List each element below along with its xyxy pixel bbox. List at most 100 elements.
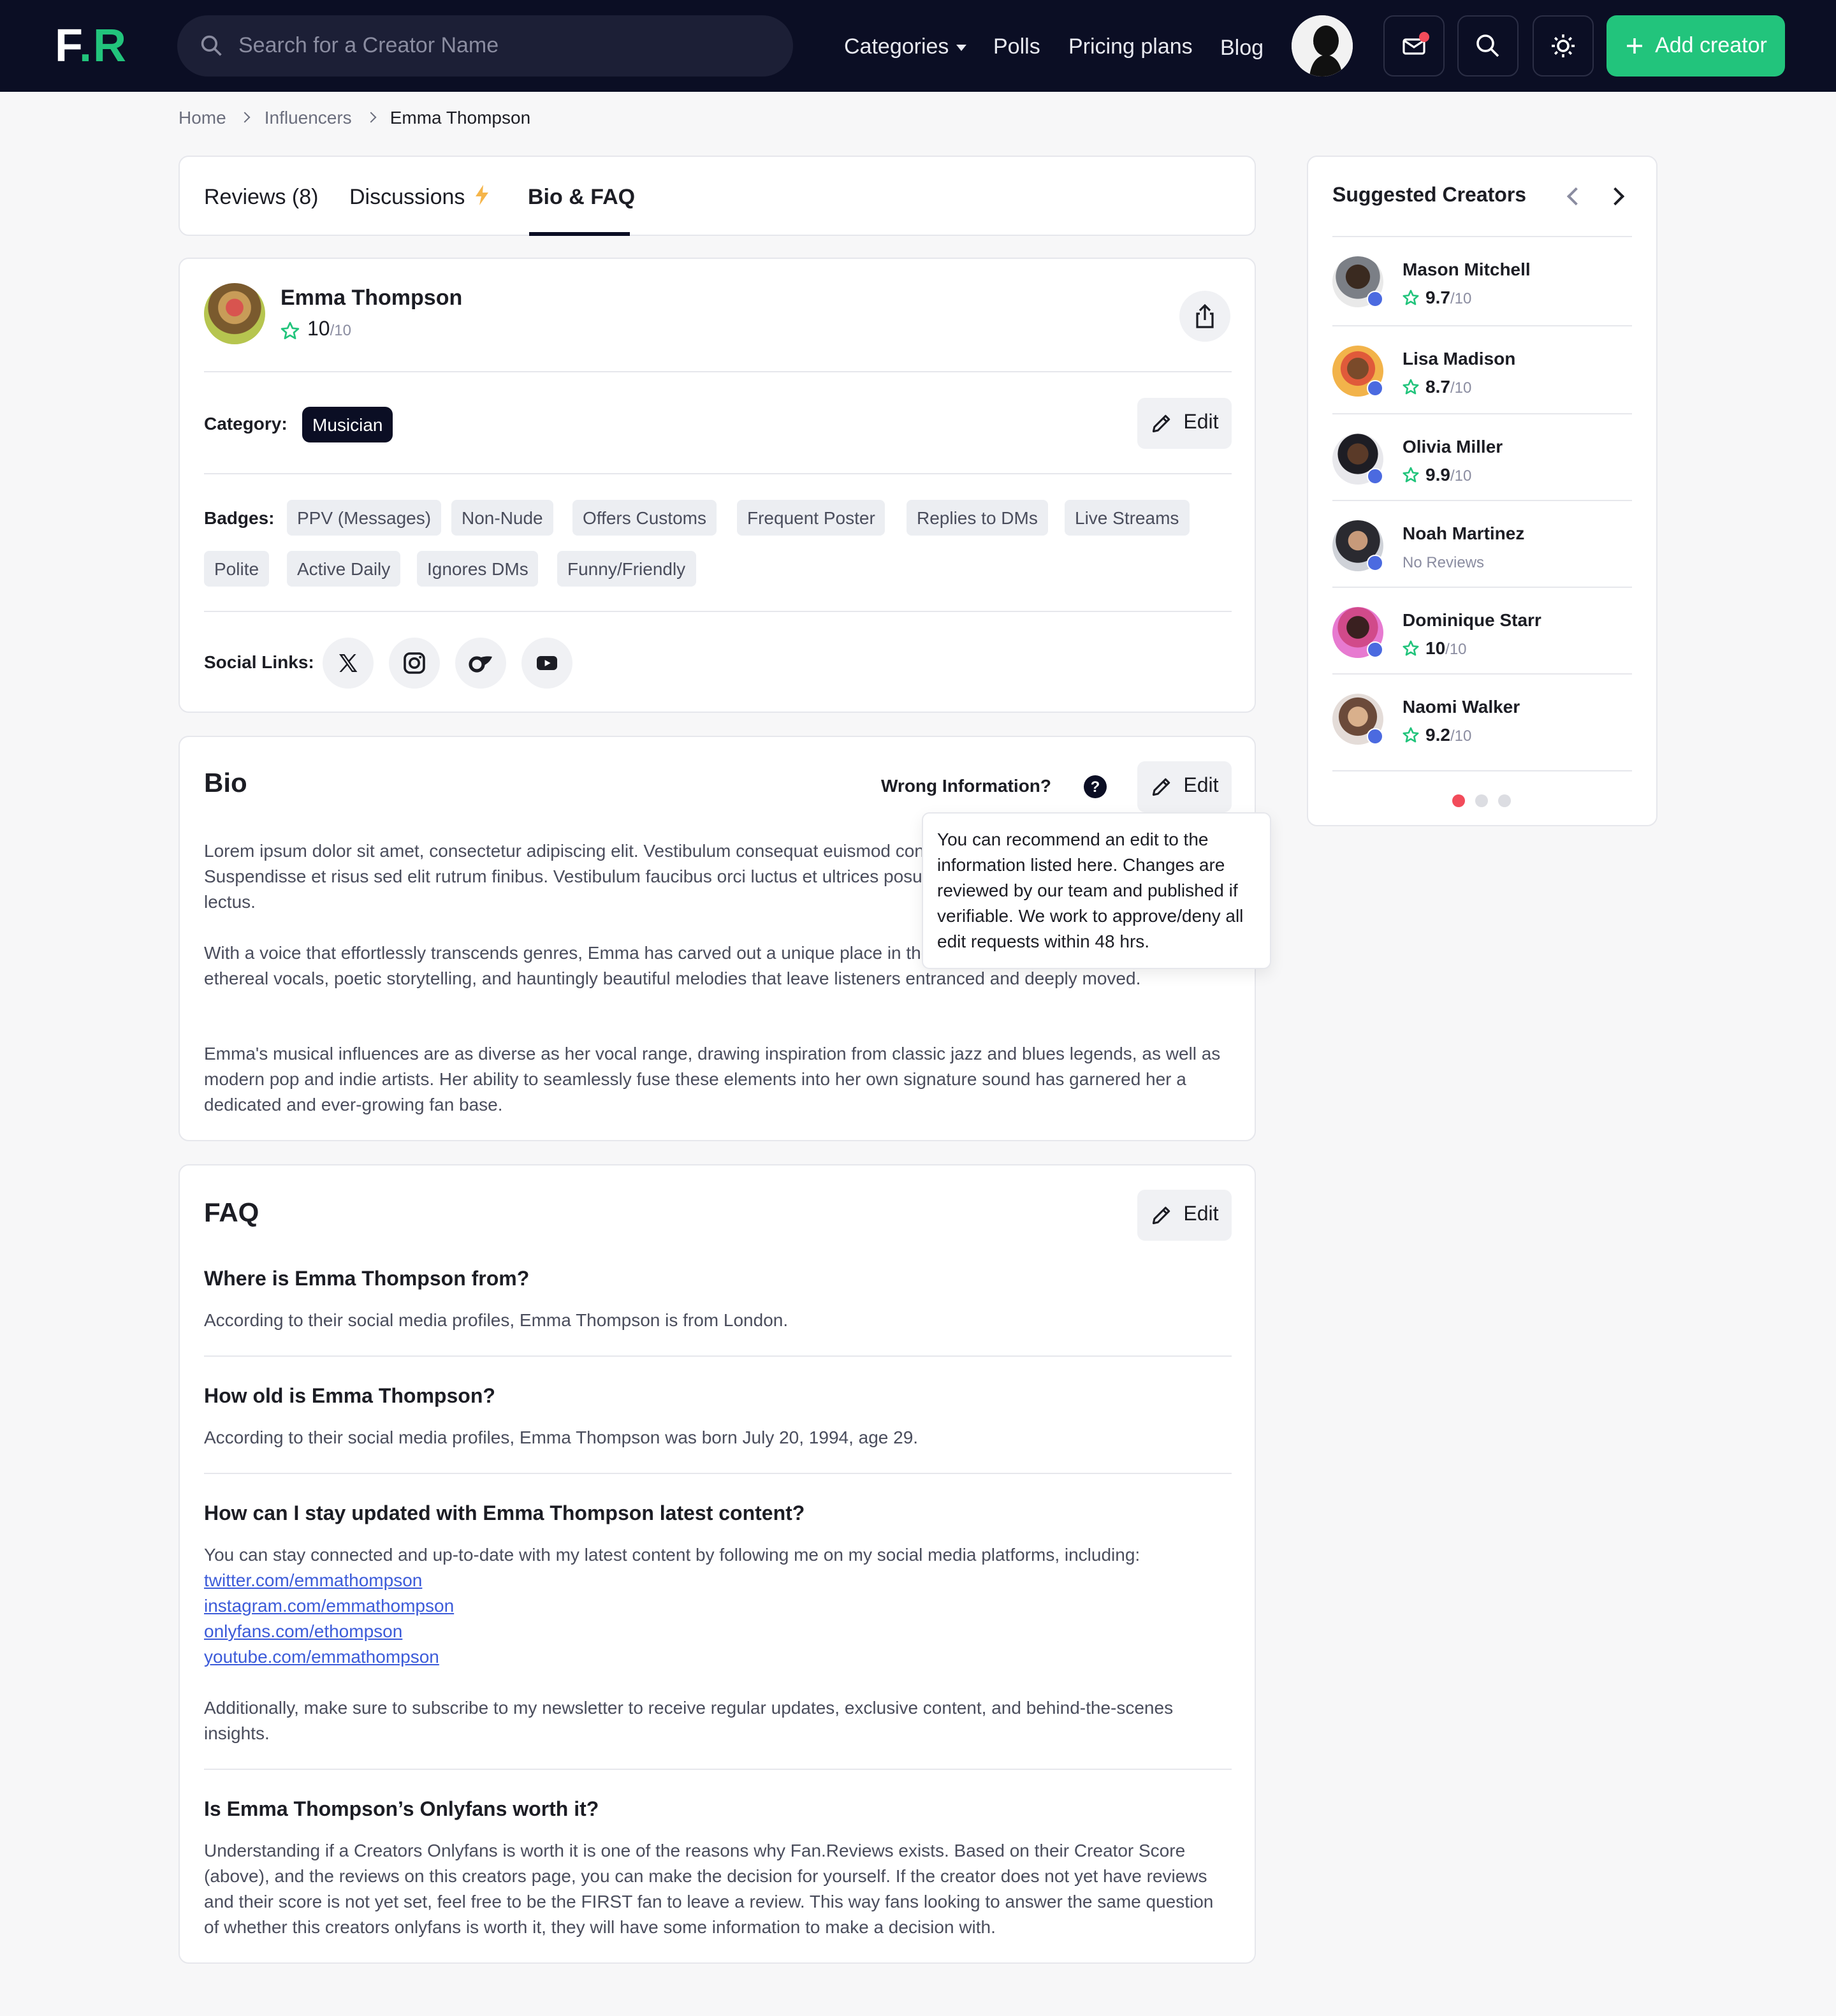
creator-rating: 9.2/10 bbox=[1402, 724, 1471, 745]
theme-toggle-button[interactable] bbox=[1533, 15, 1594, 77]
top-nav: F.R Categories Polls Pricing plans Blog … bbox=[0, 0, 1836, 92]
x-icon bbox=[339, 654, 358, 672]
social-link-onlyfans[interactable] bbox=[455, 638, 506, 689]
bio-title: Bio bbox=[204, 769, 247, 798]
tab-bar: Reviews (8) Discussions Bio & FAQ bbox=[178, 156, 1256, 236]
badge-chip: Active Daily bbox=[287, 551, 401, 587]
faq-links: twitter.com/emmathompson instagram.com/e… bbox=[204, 1567, 1230, 1669]
tab-discussions[interactable]: Discussions bbox=[349, 185, 490, 210]
faq-answer: According to their social media profiles… bbox=[204, 1427, 919, 1447]
social-link-instagram[interactable] bbox=[389, 638, 440, 689]
search-button[interactable] bbox=[1457, 15, 1519, 77]
star-icon bbox=[1402, 726, 1419, 742]
badge-chip: Frequent Poster bbox=[737, 500, 885, 536]
search-icon bbox=[201, 35, 222, 56]
tab-bio-faq[interactable]: Bio & FAQ bbox=[528, 185, 635, 210]
user-avatar[interactable] bbox=[1292, 15, 1353, 77]
twitter-link[interactable]: twitter.com/emmathompson bbox=[204, 1567, 1230, 1593]
caret-down-icon bbox=[956, 45, 967, 52]
add-creator-label: Add creator bbox=[1655, 33, 1767, 57]
social-link-x[interactable] bbox=[323, 638, 374, 689]
badge-chip: Polite bbox=[204, 551, 270, 587]
share-icon bbox=[1196, 303, 1214, 328]
star-icon bbox=[1402, 639, 1419, 655]
category-badge[interactable]: Musician bbox=[302, 407, 393, 442]
star-icon bbox=[280, 321, 300, 339]
faq-question: How old is Emma Thompson? bbox=[204, 1386, 495, 1408]
rating-denominator: /10 bbox=[1450, 379, 1472, 397]
breadcrumb-home[interactable]: Home bbox=[178, 107, 226, 128]
youtube-link[interactable]: youtube.com/emmathompson bbox=[204, 1644, 1230, 1669]
logo[interactable]: F.R bbox=[55, 20, 127, 71]
divider bbox=[204, 1473, 1232, 1474]
creator-name: Mason Mitchell bbox=[1402, 259, 1531, 279]
suggested-creator-row[interactable]: Olivia Miller 9.9/10 bbox=[1332, 414, 1632, 501]
pagination-dot[interactable] bbox=[1452, 794, 1465, 807]
edit-faq-button[interactable]: Edit bbox=[1137, 1190, 1232, 1241]
add-creator-button[interactable]: Add creator bbox=[1606, 15, 1785, 77]
verified-icon bbox=[1367, 468, 1383, 485]
nav-polls[interactable]: Polls bbox=[993, 33, 1040, 61]
search-input[interactable] bbox=[238, 33, 748, 59]
badge-chip: Non-Nude bbox=[451, 500, 553, 536]
chevron-left-icon[interactable] bbox=[1566, 187, 1585, 206]
nav-categories[interactable]: Categories bbox=[844, 33, 967, 61]
breadcrumb: Home Influencers Emma Thompson bbox=[178, 107, 530, 128]
badge-chip: Ignores DMs bbox=[417, 551, 539, 587]
suggested-creator-row[interactable]: Naomi Walker 9.2/10 bbox=[1332, 675, 1632, 761]
rating-value: 10 bbox=[307, 319, 330, 340]
star-icon bbox=[1402, 289, 1419, 305]
help-icon[interactable]: ? bbox=[1084, 775, 1107, 798]
creator-rating: 10/10 bbox=[1402, 638, 1467, 658]
edit-label: Edit bbox=[1183, 412, 1219, 434]
edit-info-tooltip: You can recommend an edit to the informa… bbox=[922, 812, 1271, 969]
pagination-dot[interactable] bbox=[1498, 794, 1511, 807]
breadcrumb-influencers[interactable]: Influencers bbox=[265, 107, 352, 128]
tab-reviews[interactable]: Reviews (8) bbox=[204, 185, 319, 210]
divider bbox=[204, 1355, 1232, 1357]
faq-title: FAQ bbox=[204, 1199, 259, 1228]
carousel-pagination bbox=[1452, 794, 1511, 807]
rating-denominator: /10 bbox=[330, 321, 351, 339]
active-tab-indicator bbox=[529, 232, 630, 236]
star-icon bbox=[1402, 378, 1419, 394]
badge-chip: Offers Customs bbox=[572, 500, 717, 536]
creator-name: Emma Thompson bbox=[280, 286, 463, 310]
search-icon bbox=[1476, 34, 1499, 57]
star-icon bbox=[1402, 466, 1419, 482]
youtube-icon bbox=[537, 656, 557, 670]
notification-dot bbox=[1419, 32, 1429, 42]
social-links-label: Social Links: bbox=[204, 652, 314, 672]
nav-pricing-plans[interactable]: Pricing plans bbox=[1068, 33, 1193, 61]
suggested-creator-row[interactable]: Dominique Starr 10/10 bbox=[1332, 588, 1632, 675]
badge-chip: Replies to DMs bbox=[907, 500, 1048, 536]
messages-button[interactable] bbox=[1383, 15, 1445, 77]
suggested-creator-row[interactable]: Noah Martinez No Reviews bbox=[1332, 501, 1632, 588]
suggested-creator-row[interactable]: Lisa Madison 8.7/10 bbox=[1332, 326, 1632, 413]
suggested-creator-row[interactable]: Mason Mitchell 9.7/10 bbox=[1332, 237, 1632, 324]
verified-icon bbox=[1367, 555, 1383, 571]
edit-profile-button[interactable]: Edit bbox=[1137, 398, 1232, 449]
pencil-icon bbox=[1153, 778, 1170, 796]
chevron-right-icon[interactable] bbox=[1606, 187, 1625, 206]
faq-answer: You can stay connected and up-to-date wi… bbox=[204, 1544, 1140, 1565]
instagram-link[interactable]: instagram.com/emmathompson bbox=[204, 1593, 1230, 1618]
edit-bio-button[interactable]: Edit bbox=[1137, 761, 1232, 812]
social-link-youtube[interactable] bbox=[521, 638, 572, 689]
pagination-dot[interactable] bbox=[1475, 794, 1488, 807]
rating-value: 9.2 bbox=[1425, 724, 1450, 745]
sun-icon bbox=[1552, 34, 1575, 57]
badge-chip: Funny/Friendly bbox=[557, 551, 696, 587]
nav-blog[interactable]: Blog bbox=[1220, 34, 1264, 62]
divider bbox=[204, 611, 1232, 612]
search-bar[interactable] bbox=[177, 15, 793, 77]
faq-question: Where is Emma Thompson from? bbox=[204, 1269, 530, 1290]
suggested-creators-card: Suggested Creators Mason Mitchell 9.7/10… bbox=[1307, 156, 1657, 826]
creator-rating: 9.9/10 bbox=[1402, 464, 1471, 485]
onlyfans-link[interactable]: onlyfans.com/ethompson bbox=[204, 1618, 1230, 1644]
rating-value: 8.7 bbox=[1425, 376, 1450, 397]
chevron-right-icon bbox=[365, 112, 377, 123]
faq-question: Is Emma Thompson’s Onlyfans worth it? bbox=[204, 1799, 599, 1821]
share-button[interactable] bbox=[1179, 291, 1230, 342]
rating-value: 10 bbox=[1425, 638, 1446, 658]
